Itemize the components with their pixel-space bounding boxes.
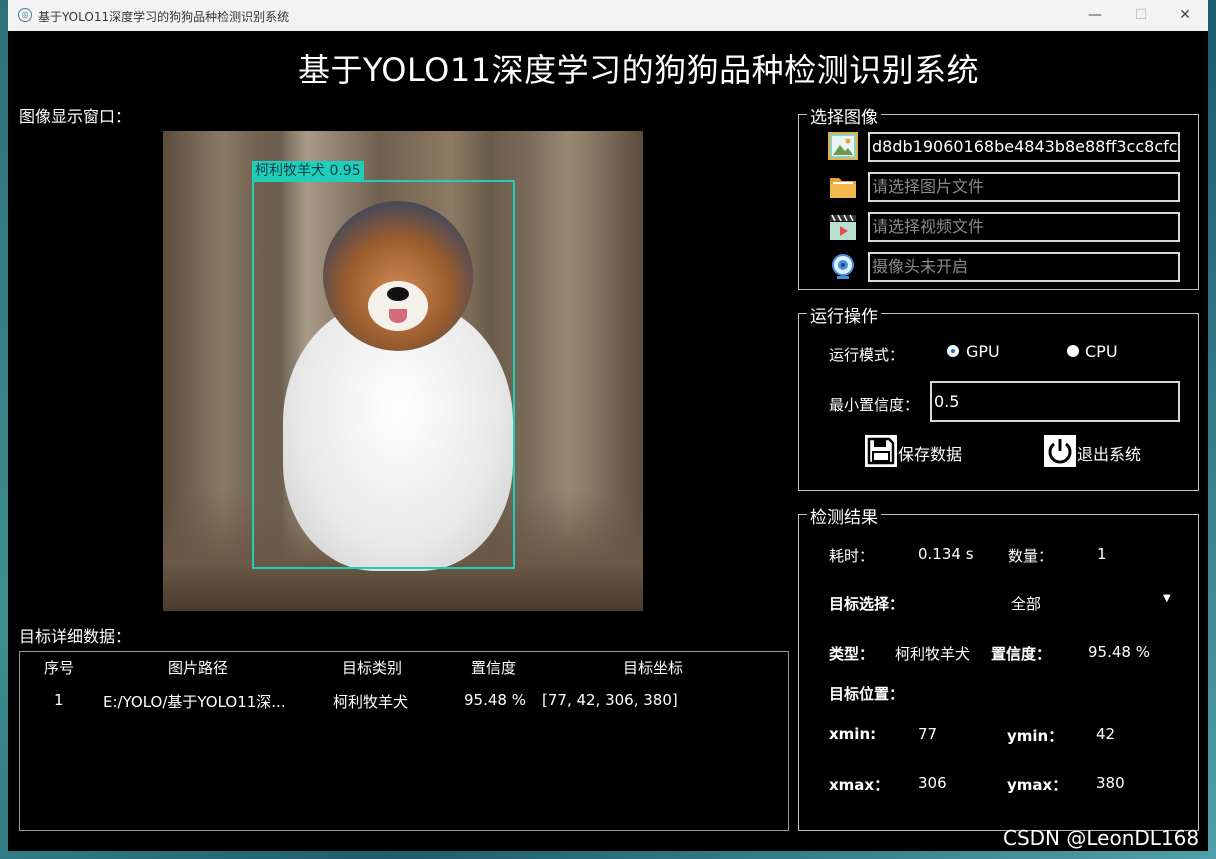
minimize-button[interactable]: — <box>1072 0 1118 31</box>
exit-system-button[interactable]: 退出系统 <box>1044 435 1154 467</box>
confidence-value: 95.48 % <box>1088 643 1150 661</box>
folder-icon[interactable] <box>828 172 858 202</box>
cpu-label[interactable]: CPU <box>1085 342 1118 361</box>
min-confidence-input[interactable]: 0.5 <box>930 381 1180 422</box>
window-title: 基于YOLO11深度学习的狗狗品种检测识别系统 <box>38 10 290 24</box>
result-legend: 检测结果 <box>807 503 881 528</box>
chevron-down-icon: ▼ <box>1163 593 1171 604</box>
image-panel-label: 图像显示窗口： <box>19 107 132 126</box>
xmin-label: xmin: <box>829 725 877 743</box>
select-image-legend: 选择图像 <box>807 103 881 128</box>
cpu-radio[interactable] <box>1067 345 1079 357</box>
save-data-button[interactable]: 保存数据 <box>865 435 975 467</box>
exit-system-label: 退出系统 <box>1077 445 1142 464</box>
xmin-value: 77 <box>918 725 938 743</box>
header-confidence: 置信度 <box>471 659 517 677</box>
detection-label: 柯利牧羊犬 0.95 <box>252 161 364 181</box>
cell-index: 1 <box>54 691 64 709</box>
run-group: 运行操作 运行模式： GPU CPU 最小置信度： 0.5 保存数据 退出系统 <box>798 302 1199 491</box>
cell-path: E:/YOLO/基于YOLO11深... <box>103 693 286 711</box>
page-title: 基于YOLO11深度学习的狗狗品种检测识别系统 <box>298 51 980 89</box>
header-index: 序号 <box>44 659 75 677</box>
gpu-radio[interactable] <box>947 345 959 357</box>
run-legend: 运行操作 <box>807 302 881 327</box>
image-icon[interactable] <box>828 131 858 161</box>
header-class: 目标类别 <box>342 659 403 677</box>
run-mode-label: 运行模式： <box>829 346 905 364</box>
header-coords: 目标坐标 <box>623 659 684 677</box>
time-value: 0.134 s <box>918 545 974 563</box>
detection-box <box>252 180 515 569</box>
select-image-group: 选择图像 d8db19060168be4843b8e88ff3cc8cfc.jp… <box>798 103 1199 290</box>
image-folder-field[interactable]: 请选择图片文件 <box>868 172 1180 202</box>
window-titlebar: ◎ 基于YOLO11深度学习的狗狗品种检测识别系统 — ☐ ✕ <box>8 0 1208 31</box>
time-label: 耗时： <box>829 547 875 565</box>
target-select-label: 目标选择： <box>829 595 905 613</box>
webcam-icon[interactable] <box>828 252 858 282</box>
power-icon <box>1044 435 1076 467</box>
ymax-value: 380 <box>1096 774 1125 792</box>
ymin-label: ymin： <box>1007 727 1064 745</box>
save-icon <box>865 435 897 467</box>
count-value: 1 <box>1097 545 1107 563</box>
ymin-value: 42 <box>1096 725 1116 743</box>
cell-confidence: 95.48 % <box>464 691 526 709</box>
image-file-field[interactable]: d8db19060168be4843b8e88ff3cc8cfc.jpg <box>868 132 1180 162</box>
count-label: 数量： <box>1008 547 1054 565</box>
gpu-label[interactable]: GPU <box>966 342 1000 361</box>
image-display: 柯利牧羊犬 0.95 <box>163 131 643 611</box>
details-table[interactable]: 序号 图片路径 目标类别 置信度 目标坐标 1 E:/YOLO/基于YOLO11… <box>19 651 789 831</box>
header-path: 图片路径 <box>168 659 229 677</box>
cell-coords: [77, 42, 306, 380] <box>542 691 678 709</box>
maximize-button[interactable]: ☐ <box>1118 0 1164 31</box>
app-icon: ◎ <box>18 8 32 22</box>
position-label: 目标位置： <box>829 685 905 703</box>
min-confidence-label: 最小置信度： <box>829 396 920 414</box>
watermark: CSDN @LeonDL168 <box>1003 826 1200 850</box>
details-label: 目标详细数据： <box>19 627 132 646</box>
save-data-label: 保存数据 <box>898 445 963 464</box>
confidence-label: 置信度： <box>991 645 1052 663</box>
video-icon[interactable] <box>828 212 858 242</box>
target-select-value: 全部 <box>1011 595 1042 613</box>
close-button[interactable]: ✕ <box>1162 0 1208 31</box>
ymax-label: ymax： <box>1007 776 1068 794</box>
type-value: 柯利牧羊犬 <box>895 645 971 663</box>
result-group: 检测结果 耗时： 0.134 s 数量： 1 目标选择： 全部 ▼ 类型： 柯利… <box>798 503 1199 831</box>
video-file-field[interactable]: 请选择视频文件 <box>868 212 1180 242</box>
cell-class: 柯利牧羊犬 <box>333 693 409 711</box>
app-window: 基于YOLO11深度学习的狗狗品种检测识别系统 图像显示窗口： 柯利牧羊犬 0.… <box>8 31 1208 851</box>
xmax-label: xmax： <box>829 776 890 794</box>
camera-field[interactable]: 摄像头未开启 <box>868 252 1180 282</box>
xmax-value: 306 <box>918 774 947 792</box>
type-label: 类型： <box>829 645 875 663</box>
